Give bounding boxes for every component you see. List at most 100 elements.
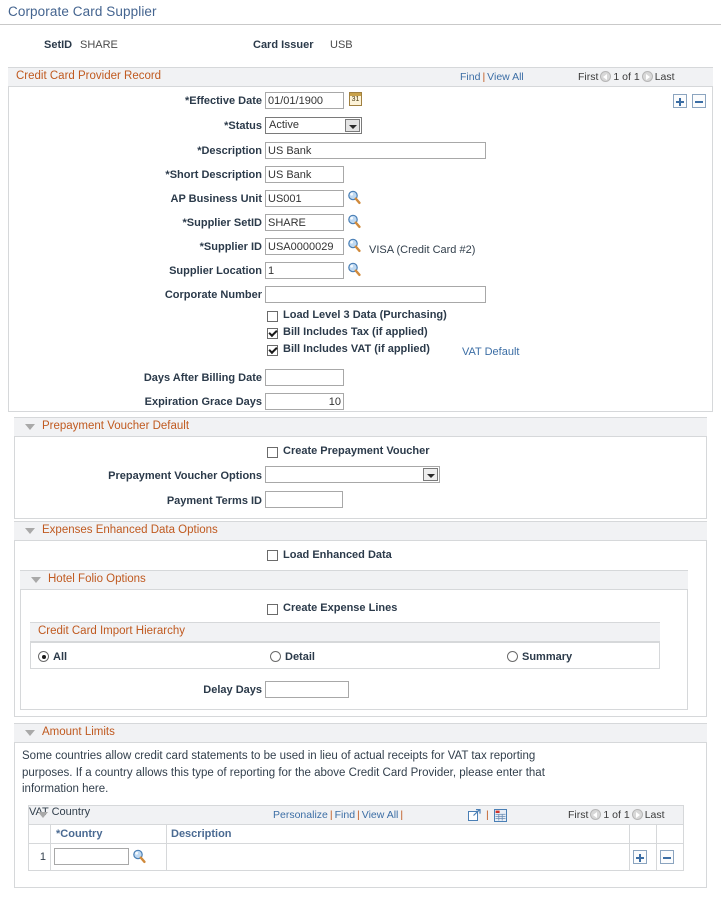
create-expense-lines-label: Create Expense Lines: [283, 602, 398, 614]
load-enhanced-data-label: Load Enhanced Data: [283, 549, 392, 561]
supplier-setid-search-icon[interactable]: [347, 214, 361, 229]
hotel-folio-left-border: [20, 590, 21, 710]
load-enhanced-data-checkbox[interactable]: [267, 550, 278, 561]
view-all-link[interactable]: View All: [362, 809, 399, 821]
previous-page-icon[interactable]: [600, 71, 612, 82]
status-selected-value: Active: [269, 119, 299, 131]
calendar-icon-day: 31: [351, 96, 360, 103]
country-input[interactable]: [54, 848, 129, 865]
status-select[interactable]: Active: [265, 117, 362, 134]
vat-default-link[interactable]: VAT Default: [462, 346, 519, 358]
payment-terms-id-input[interactable]: [265, 491, 343, 508]
provider-body-bottom-border: [8, 411, 713, 412]
collapse-caret-icon[interactable]: [25, 528, 35, 534]
collapse-caret-icon[interactable]: [25, 424, 35, 430]
find-link[interactable]: Find: [335, 809, 355, 821]
prepayment-voucher-options-select[interactable]: [265, 466, 440, 483]
row-number: 1: [39, 851, 46, 863]
previous-page-icon[interactable]: [590, 809, 602, 820]
bill-includes-tax-checkbox[interactable]: [267, 328, 278, 339]
hotel-folio-bottom-border: [20, 709, 688, 710]
short-description-input[interactable]: [265, 166, 344, 183]
expiration-grace-days-label: Expiration Grace Days: [144, 396, 262, 408]
page-indicator: 1 of 1: [603, 809, 630, 821]
prepayment-voucher-header[interactable]: Prepayment Voucher Default: [14, 417, 707, 437]
supplier-id-label: *Supplier ID: [199, 241, 262, 253]
hotel-folio-title: Hotel Folio Options: [48, 573, 146, 585]
column-header-country: *Country: [56, 828, 103, 840]
hierarchy-radio-detail[interactable]: [270, 651, 281, 662]
amount-limits-title: Amount Limits: [42, 726, 115, 738]
ap-business-unit-search-icon[interactable]: [347, 190, 361, 205]
expenses-enhanced-header[interactable]: Expenses Enhanced Data Options: [14, 521, 707, 541]
description-label: *Description: [197, 145, 262, 157]
collapse-caret-icon[interactable]: [31, 577, 41, 583]
personalize-link[interactable]: Personalize: [273, 809, 328, 821]
view-all-link[interactable]: View All: [487, 71, 524, 83]
chevron-down-icon[interactable]: [345, 119, 360, 132]
add-row-button[interactable]: [673, 94, 687, 108]
column-divider: [166, 844, 167, 870]
amount-limits-left-border: [14, 743, 15, 888]
supplier-id-input[interactable]: [265, 238, 344, 255]
prepayment-voucher-options-label: Prepayment Voucher Options: [108, 470, 262, 482]
expand-window-icon[interactable]: [468, 809, 481, 825]
supplier-setid-input[interactable]: [265, 214, 344, 231]
effective-date-input[interactable]: [265, 92, 344, 109]
vat-country-column-headers: *Country Description: [28, 825, 684, 844]
setid-value: SHARE: [80, 39, 118, 51]
corporate-number-input[interactable]: [265, 286, 486, 303]
calendar-icon[interactable]: 31: [349, 92, 362, 106]
prepayment-voucher-title: Prepayment Voucher Default: [42, 420, 190, 432]
ap-business-unit-input[interactable]: [265, 190, 344, 207]
download-grid-icon[interactable]: [494, 809, 507, 825]
supplier-location-search-icon[interactable]: [347, 262, 361, 277]
days-after-billing-input[interactable]: [265, 369, 344, 386]
first-label[interactable]: First: [568, 809, 588, 821]
provider-record-title: Credit Card Provider Record: [16, 70, 162, 82]
ap-business-unit-label: AP Business Unit: [170, 193, 263, 205]
collapse-caret-icon[interactable]: [25, 730, 35, 736]
find-link[interactable]: Find: [460, 71, 480, 83]
chevron-down-icon[interactable]: [423, 468, 438, 481]
expenses-enhanced-left-border: [14, 541, 15, 717]
create-prepayment-voucher-checkbox[interactable]: [267, 447, 278, 458]
amount-limits-header[interactable]: Amount Limits: [14, 723, 707, 743]
hotel-folio-header[interactable]: Hotel Folio Options: [20, 570, 688, 590]
import-hierarchy-title: Credit Card Import Hierarchy: [38, 625, 185, 637]
vat-country-grid-header: VAT Country Personalize | Find | View All | |…: [28, 805, 684, 825]
vat-country-toolbar: Personalize | Find | View All |: [273, 809, 404, 821]
setid-label: SetID: [44, 39, 73, 51]
first-label[interactable]: First: [578, 71, 598, 83]
delete-row-button[interactable]: [660, 850, 674, 864]
last-label[interactable]: Last: [645, 809, 665, 821]
page-indicator: 1 of 1: [613, 71, 640, 83]
column-divider: [50, 825, 51, 843]
hierarchy-radio-all-label: All: [53, 651, 68, 663]
delete-row-button[interactable]: [692, 94, 706, 108]
next-page-icon[interactable]: [631, 809, 643, 820]
provider-record-nav: Find | View All: [460, 71, 524, 83]
supplier-id-description: VISA (Credit Card #2): [369, 244, 476, 256]
column-divider: [656, 844, 657, 870]
bill-includes-vat-checkbox[interactable]: [267, 345, 278, 356]
country-search-icon[interactable]: [132, 849, 146, 864]
hierarchy-radio-summary[interactable]: [507, 651, 518, 662]
delay-days-input[interactable]: [265, 681, 349, 698]
hierarchy-radio-summary-label: Summary: [522, 651, 573, 663]
load-level3-checkbox[interactable]: [267, 311, 278, 322]
create-expense-lines-checkbox[interactable]: [267, 604, 278, 615]
supplier-location-input[interactable]: [265, 262, 344, 279]
hierarchy-radio-all[interactable]: [38, 651, 49, 662]
add-row-button[interactable]: [633, 850, 647, 864]
status-label: *Status: [224, 120, 262, 132]
collapse-caret-icon[interactable]: [38, 812, 48, 818]
hotel-folio-right-border: [687, 590, 688, 710]
next-page-icon[interactable]: [641, 71, 653, 82]
description-input[interactable]: [265, 142, 486, 159]
supplier-setid-label: *Supplier SetID: [182, 217, 262, 229]
supplier-id-search-icon[interactable]: [347, 238, 361, 253]
column-divider: [629, 844, 630, 870]
last-label[interactable]: Last: [655, 71, 675, 83]
expiration-grace-days-input[interactable]: [265, 393, 344, 410]
